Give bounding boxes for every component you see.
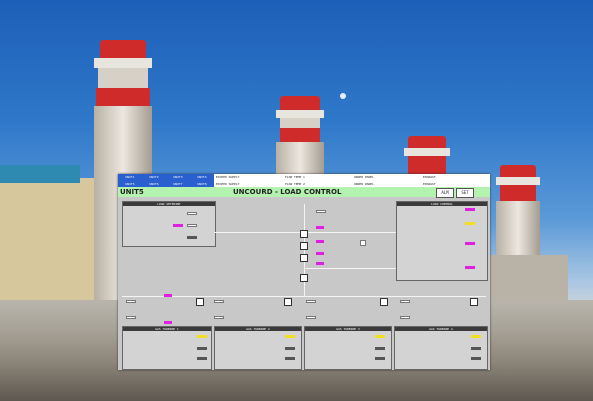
load-control-panel: LOAD CONTROL <box>396 201 488 281</box>
panel-header: GAS TURBINE 3 <box>305 327 391 331</box>
unit-cell[interactable]: UNIT4 <box>190 174 214 180</box>
flow-line <box>304 268 396 269</box>
unit-selector: UNIT1 UNIT2 UNIT3 UNIT4 UNIT5 UNIT6 UNIT… <box>118 174 214 187</box>
status-cells: EXCEED SUPPLY FLOW TEMP 1 ORDER PANEL EX… <box>214 174 490 187</box>
status-cell: EXCEED SUPPLY <box>216 175 240 179</box>
setpoint-field[interactable] <box>187 212 197 215</box>
unit-field[interactable] <box>400 300 410 303</box>
status-cell: ORDER PANEL <box>354 175 374 179</box>
status-cell: FLOW TEMP 2 <box>285 181 305 186</box>
unit-cell[interactable]: UNIT5 <box>118 181 142 187</box>
valve-symbol[interactable] <box>300 274 308 282</box>
panel-header: GAS TURBINE 2 <box>215 327 301 331</box>
status-cell: FLOW TEMP 1 <box>285 175 305 179</box>
unit-cell[interactable]: UNIT6 <box>142 181 166 187</box>
status-cell: EXHAUST <box>423 175 436 179</box>
valve-symbol[interactable] <box>300 230 308 238</box>
setpoint-indicator <box>187 236 197 239</box>
photo-scene: UNIT1 UNIT2 UNIT3 UNIT4 UNIT5 UNIT6 UNIT… <box>0 0 593 401</box>
unit-label: UNIT5 <box>120 188 144 196</box>
page-title: UNCOURD - LOAD CONTROL <box>233 188 342 196</box>
top-status-bar: UNIT1 UNIT2 UNIT3 UNIT4 UNIT5 UNIT6 UNIT… <box>118 174 490 187</box>
turbine-value <box>285 357 295 360</box>
alarm-button[interactable]: ALM <box>436 188 454 198</box>
load-control-screen: UNIT1 UNIT2 UNIT3 UNIT4 UNIT5 UNIT6 UNIT… <box>118 174 490 370</box>
control-value[interactable] <box>465 208 475 211</box>
flow-value[interactable] <box>316 240 324 243</box>
unit-field[interactable] <box>400 316 410 319</box>
turbine-value <box>471 357 481 360</box>
status-cell: EXHAUST <box>423 181 436 186</box>
generator-symbol[interactable] <box>196 298 204 306</box>
breaker-symbol[interactable] <box>360 240 366 246</box>
unit-field[interactable] <box>214 300 224 303</box>
flow-value[interactable] <box>316 252 324 255</box>
turbine-value <box>197 347 207 350</box>
control-value[interactable] <box>465 266 475 269</box>
turbine-value <box>471 347 481 350</box>
unit-cell[interactable]: UNIT2 <box>142 174 166 180</box>
title-bar: UNIT5 UNCOURD - LOAD CONTROL ALM SET <box>118 187 490 198</box>
valve-symbol[interactable] <box>300 254 308 262</box>
turbine-panel-4: GAS TURBINE 4 <box>394 326 488 370</box>
turbine-value[interactable] <box>375 335 385 338</box>
panel-header: LOAD CONTROL <box>397 202 487 206</box>
turbine-panel-2: GAS TURBINE 2 <box>214 326 302 370</box>
turbine-value[interactable] <box>285 335 295 338</box>
flow-line <box>304 204 305 296</box>
unit-field[interactable] <box>126 316 136 319</box>
control-value[interactable] <box>465 222 475 225</box>
turbine-value <box>197 357 207 360</box>
status-cell: EXCEED SUPPLY <box>216 181 240 186</box>
turbine-hall-roof <box>0 165 80 183</box>
flow-value[interactable] <box>316 226 324 229</box>
unit-output[interactable] <box>164 294 172 297</box>
turbine-panel-3: GAS TURBINE 3 <box>304 326 392 370</box>
setpoint-value[interactable] <box>173 224 183 227</box>
turbine-value[interactable] <box>197 335 207 338</box>
settings-button[interactable]: SET <box>456 188 474 198</box>
panel-header: GAS TURBINE 1 <box>123 327 211 331</box>
unit-field[interactable] <box>214 316 224 319</box>
generator-symbol[interactable] <box>380 298 388 306</box>
turbine-value <box>375 347 385 350</box>
turbine-panel-1: GAS TURBINE 1 <box>122 326 212 370</box>
panel-header: LOAD SETPOINT <box>123 202 215 206</box>
unit-cell[interactable]: UNIT3 <box>166 174 190 180</box>
breaker-field[interactable] <box>316 210 326 213</box>
generator-symbol[interactable] <box>284 298 292 306</box>
turbine-value <box>285 347 295 350</box>
panel-header: GAS TURBINE 4 <box>395 327 487 331</box>
status-cell: ORDER PANEL <box>354 181 374 186</box>
flow-value[interactable] <box>316 262 324 265</box>
setpoint-field[interactable] <box>187 224 197 227</box>
moon <box>340 93 346 99</box>
generator-symbol[interactable] <box>470 298 478 306</box>
unit-field[interactable] <box>306 316 316 319</box>
unit-output[interactable] <box>164 321 172 324</box>
unit-cell[interactable]: UNIT7 <box>166 181 190 187</box>
unit-field[interactable] <box>306 300 316 303</box>
unit-cell[interactable]: UNIT8 <box>190 181 214 187</box>
unit-field[interactable] <box>126 300 136 303</box>
flow-line <box>122 296 486 297</box>
load-setpoint-panel: LOAD SETPOINT <box>122 201 216 247</box>
unit-cell[interactable]: UNIT1 <box>118 174 142 180</box>
valve-symbol[interactable] <box>300 242 308 250</box>
turbine-value <box>375 357 385 360</box>
turbine-value[interactable] <box>471 335 481 338</box>
control-value[interactable] <box>465 242 475 245</box>
